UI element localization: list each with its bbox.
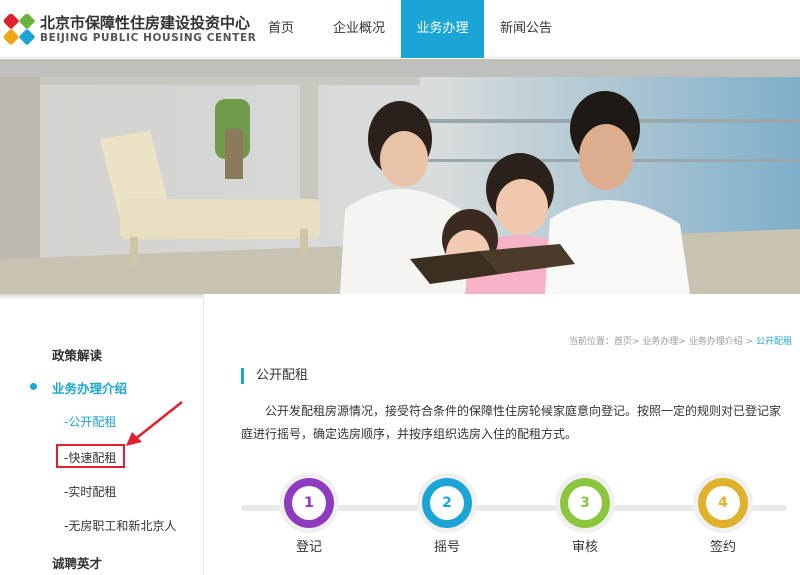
section-title: 公开配租 <box>241 368 308 384</box>
annotation-highlight-box <box>56 444 125 468</box>
logo-mark-icon <box>4 14 35 45</box>
sidebar-item-policy[interactable]: 政策解读 <box>52 345 102 364</box>
breadcrumb-current: 公开配租 <box>755 337 792 347</box>
nav-company-overview[interactable]: 企业概况 <box>320 0 398 58</box>
process-step-review: 3 审核 <box>557 478 613 555</box>
step-circle: 1 <box>284 478 334 528</box>
step-number: 4 <box>706 486 740 520</box>
hero-banner <box>0 59 800 294</box>
sidebar-item-business-intro[interactable]: 业务办理介绍 <box>52 378 127 397</box>
step-number: 2 <box>430 486 464 520</box>
step-number: 1 <box>292 486 326 520</box>
step-label: 摇号 <box>433 540 460 555</box>
process-step-register: 1 登记 <box>281 478 337 555</box>
active-indicator-icon <box>30 383 37 390</box>
site-header: 北京市保障性住房建设投资中心 BEIJING PUBLIC HOUSING CE… <box>0 0 800 58</box>
sidebar-subitem-public-rental[interactable]: -公开配租 <box>64 413 116 430</box>
step-label: 审核 <box>571 540 598 555</box>
step-circle: 4 <box>698 478 748 528</box>
logo-title-en: BEIJING PUBLIC HOUSING CENTER <box>40 32 257 44</box>
nav-news[interactable]: 新闻公告 <box>487 0 565 58</box>
process-step-sign: 4 签约 <box>695 478 751 555</box>
sidebar-subitem-realtime-rental[interactable]: -实时配租 <box>64 483 116 500</box>
sidebar-item-careers[interactable]: 诚聘英才 <box>52 553 102 572</box>
breadcrumb: 当前位置：首页> 业务办理> 业务办理介绍 > 公开配租 <box>569 334 792 347</box>
step-number: 3 <box>568 486 602 520</box>
annotation-arrow-icon <box>126 401 183 446</box>
step-label: 签约 <box>709 540 736 555</box>
step-circle: 2 <box>422 478 472 528</box>
step-circle: 3 <box>560 478 610 528</box>
family-photo-image <box>0 59 800 294</box>
process-step-lottery: 2 摇号 <box>419 478 475 555</box>
breadcrumb-path[interactable]: 当前位置：首页> 业务办理> 业务办理介绍 > <box>569 337 753 347</box>
site-logo[interactable]: 北京市保障性住房建设投资中心 BEIJING PUBLIC HOUSING CE… <box>4 10 256 50</box>
step-label: 登记 <box>295 540 322 555</box>
nav-business[interactable]: 业务办理 <box>401 0 484 58</box>
main-nav: 首页 企业概况 业务办理 新闻公告 <box>245 0 568 58</box>
sidebar-subitem-no-housing-workers[interactable]: -无房职工和新北京人 <box>64 517 176 534</box>
main-content: 当前位置：首页> 业务办理> 业务办理介绍 > 公开配租 公开配租 公开发配租房… <box>205 294 800 575</box>
section-intro: 公开发配租房源情况，接受符合条件的保障性住房轮候家庭意向登记。按照一定的规则对已… <box>241 404 782 441</box>
nav-home[interactable]: 首页 <box>245 0 317 58</box>
logo-title-cn: 北京市保障性住房建设投资中心 <box>40 14 251 32</box>
